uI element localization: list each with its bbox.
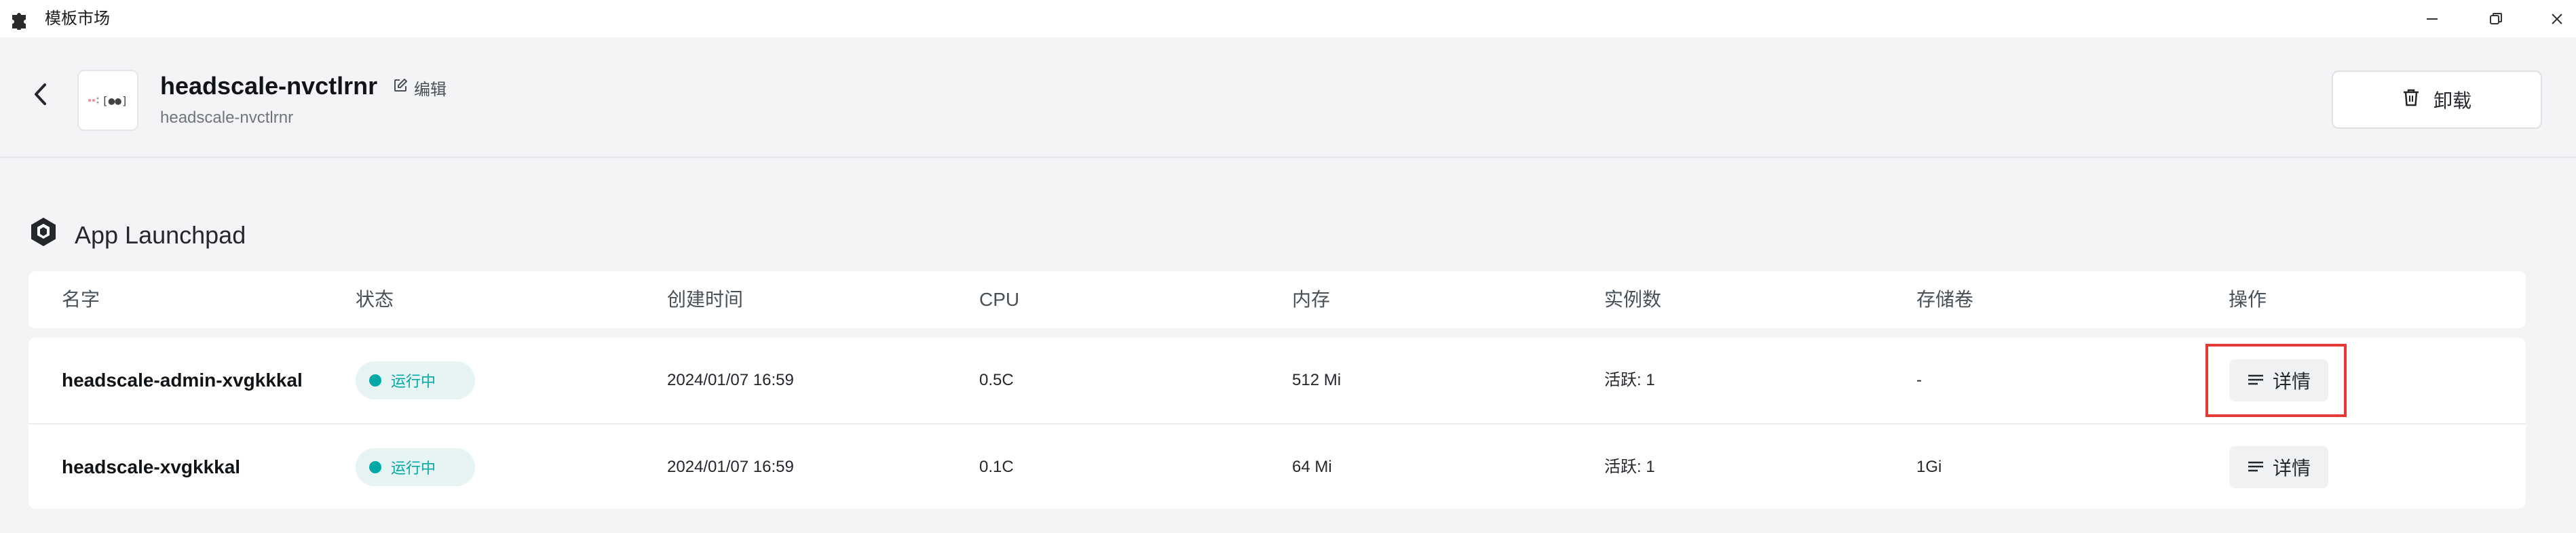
status-badge: 运行中 (356, 448, 475, 486)
app-instance-name: headscale-admin-xvgkkkal (62, 370, 303, 391)
app-logo: [●●] (77, 70, 138, 131)
trash-icon (2402, 88, 2420, 112)
minimize-icon (2425, 12, 2440, 26)
detail-button[interactable]: 详情 (2229, 446, 2328, 488)
column-header-replicas: 实例数 (1604, 289, 1662, 310)
app-name: headscale-nvctlrnr (160, 72, 378, 100)
restore-button[interactable] (2477, 4, 2515, 34)
headscale-logo-icon: [●●] (88, 94, 128, 107)
created-time: 2024/01/07 16:59 (667, 458, 794, 476)
minimize-button[interactable] (2413, 4, 2451, 34)
cpu-value: 0.1C (979, 458, 1014, 476)
logo-text: [●●] (102, 94, 128, 107)
cpu-value: 0.5C (979, 371, 1014, 389)
column-header-created: 创建时间 (667, 289, 744, 310)
column-header-actions: 操作 (2229, 289, 2267, 310)
list-lines-icon (2247, 456, 2265, 478)
uninstall-button[interactable]: 卸载 (2332, 71, 2542, 129)
storage-value: - (1916, 371, 1922, 389)
restore-icon (2488, 12, 2503, 26)
uninstall-label: 卸载 (2433, 90, 2471, 111)
window-title: 模板市场 (45, 9, 110, 28)
column-header-storage: 存储卷 (1916, 289, 1974, 310)
edit-button[interactable]: 编辑 (392, 76, 447, 100)
close-icon (2550, 12, 2564, 26)
column-header-memory: 内存 (1292, 289, 1331, 310)
table-row: headscale-admin-xvgkkkal 运行中 2024/01/07 … (29, 338, 2526, 423)
status-label: 运行中 (391, 460, 436, 477)
edit-label: 编辑 (414, 81, 447, 99)
highlight-box (2205, 344, 2347, 417)
status-label: 运行中 (391, 373, 436, 390)
app-subtitle: headscale-nvctlrnr (160, 108, 294, 127)
back-button[interactable] (24, 79, 57, 112)
storage-value: 1Gi (1916, 458, 1942, 476)
app-instance-name: headscale-xvgkkkal (62, 456, 241, 477)
section-header: App Launchpad (27, 216, 246, 255)
column-header-cpu: CPU (979, 289, 1020, 310)
close-button[interactable] (2538, 4, 2576, 34)
column-header-name: 名字 (62, 289, 100, 310)
status-dot-icon (369, 374, 381, 387)
section-title: App Launchpad (75, 221, 246, 249)
status-badge: 运行中 (356, 361, 475, 399)
chevron-left-icon (31, 81, 50, 111)
edit-icon (392, 77, 409, 98)
replicas-value: 活跃: 1 (1604, 371, 1655, 389)
detail-label: 详情 (2272, 458, 2311, 479)
memory-value: 64 Mi (1292, 458, 1332, 476)
table-header: 名字 状态 创建时间 CPU 内存 实例数 存储卷 操作 (29, 271, 2526, 328)
title-bar: 模板市场 (0, 0, 2576, 37)
app-table: headscale-admin-xvgkkkal 运行中 2024/01/07 … (29, 338, 2526, 509)
column-header-status: 状态 (356, 289, 394, 310)
memory-value: 512 Mi (1292, 371, 1342, 389)
puzzle-icon (10, 8, 31, 31)
created-time: 2024/01/07 16:59 (667, 371, 794, 389)
status-dot-icon (369, 461, 381, 473)
hexagon-cube-icon (27, 216, 60, 255)
replicas-value: 活跃: 1 (1604, 458, 1655, 476)
app-header: [●●] headscale-nvctlrnr 编辑 headscale-nvc… (0, 37, 2576, 158)
table-row: headscale-xvgkkkal 运行中 2024/01/07 16:59 … (29, 423, 2526, 509)
